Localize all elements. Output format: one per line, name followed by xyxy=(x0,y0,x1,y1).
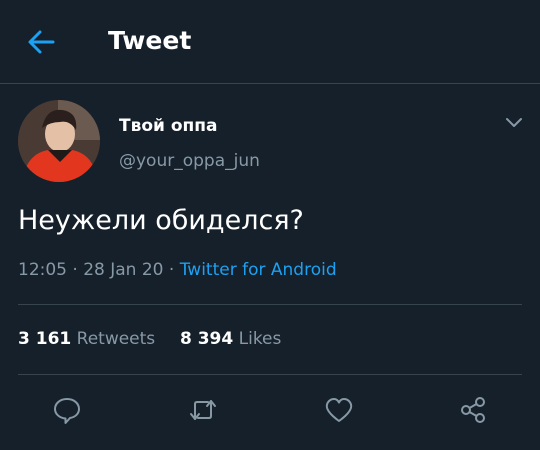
retweets-stat[interactable]: 3 161 Retweets xyxy=(18,329,155,349)
display-name[interactable]: Твой оппа xyxy=(119,116,218,136)
reply-icon[interactable] xyxy=(52,395,82,425)
likes-count: 8 394 xyxy=(179,329,234,349)
retweets-count: 3 161 xyxy=(18,329,72,349)
tweet-source-link[interactable]: Twitter for Android xyxy=(180,260,337,280)
chevron-down-icon[interactable] xyxy=(505,116,523,130)
page-title: Tweet xyxy=(108,26,192,55)
tweet-meta: 12:05 · 28 Jan 20 · Twitter for Android xyxy=(18,260,337,280)
tweet-date: 28 Jan 20 xyxy=(83,260,164,280)
user-handle[interactable]: @your_oppa_jun xyxy=(119,151,260,171)
like-icon[interactable] xyxy=(324,395,354,425)
likes-stat[interactable]: 8 394 Likes xyxy=(180,329,281,349)
top-bar: Tweet xyxy=(0,0,540,84)
meta-separator: · xyxy=(67,260,84,280)
retweets-label: Retweets xyxy=(76,329,156,349)
tweet-time: 12:05 xyxy=(18,260,67,280)
likes-label: Likes xyxy=(238,329,282,349)
divider xyxy=(18,374,522,375)
tweet-text: Неужели обиделся? xyxy=(18,205,304,236)
avatar[interactable] xyxy=(18,100,100,182)
meta-separator: · xyxy=(163,260,180,280)
tweet-stats: 3 161 Retweets 8 394 Likes xyxy=(18,329,281,349)
arrow-left-icon[interactable] xyxy=(26,28,56,56)
retweet-icon[interactable] xyxy=(188,395,218,425)
share-icon[interactable] xyxy=(458,395,488,425)
divider xyxy=(18,304,522,305)
